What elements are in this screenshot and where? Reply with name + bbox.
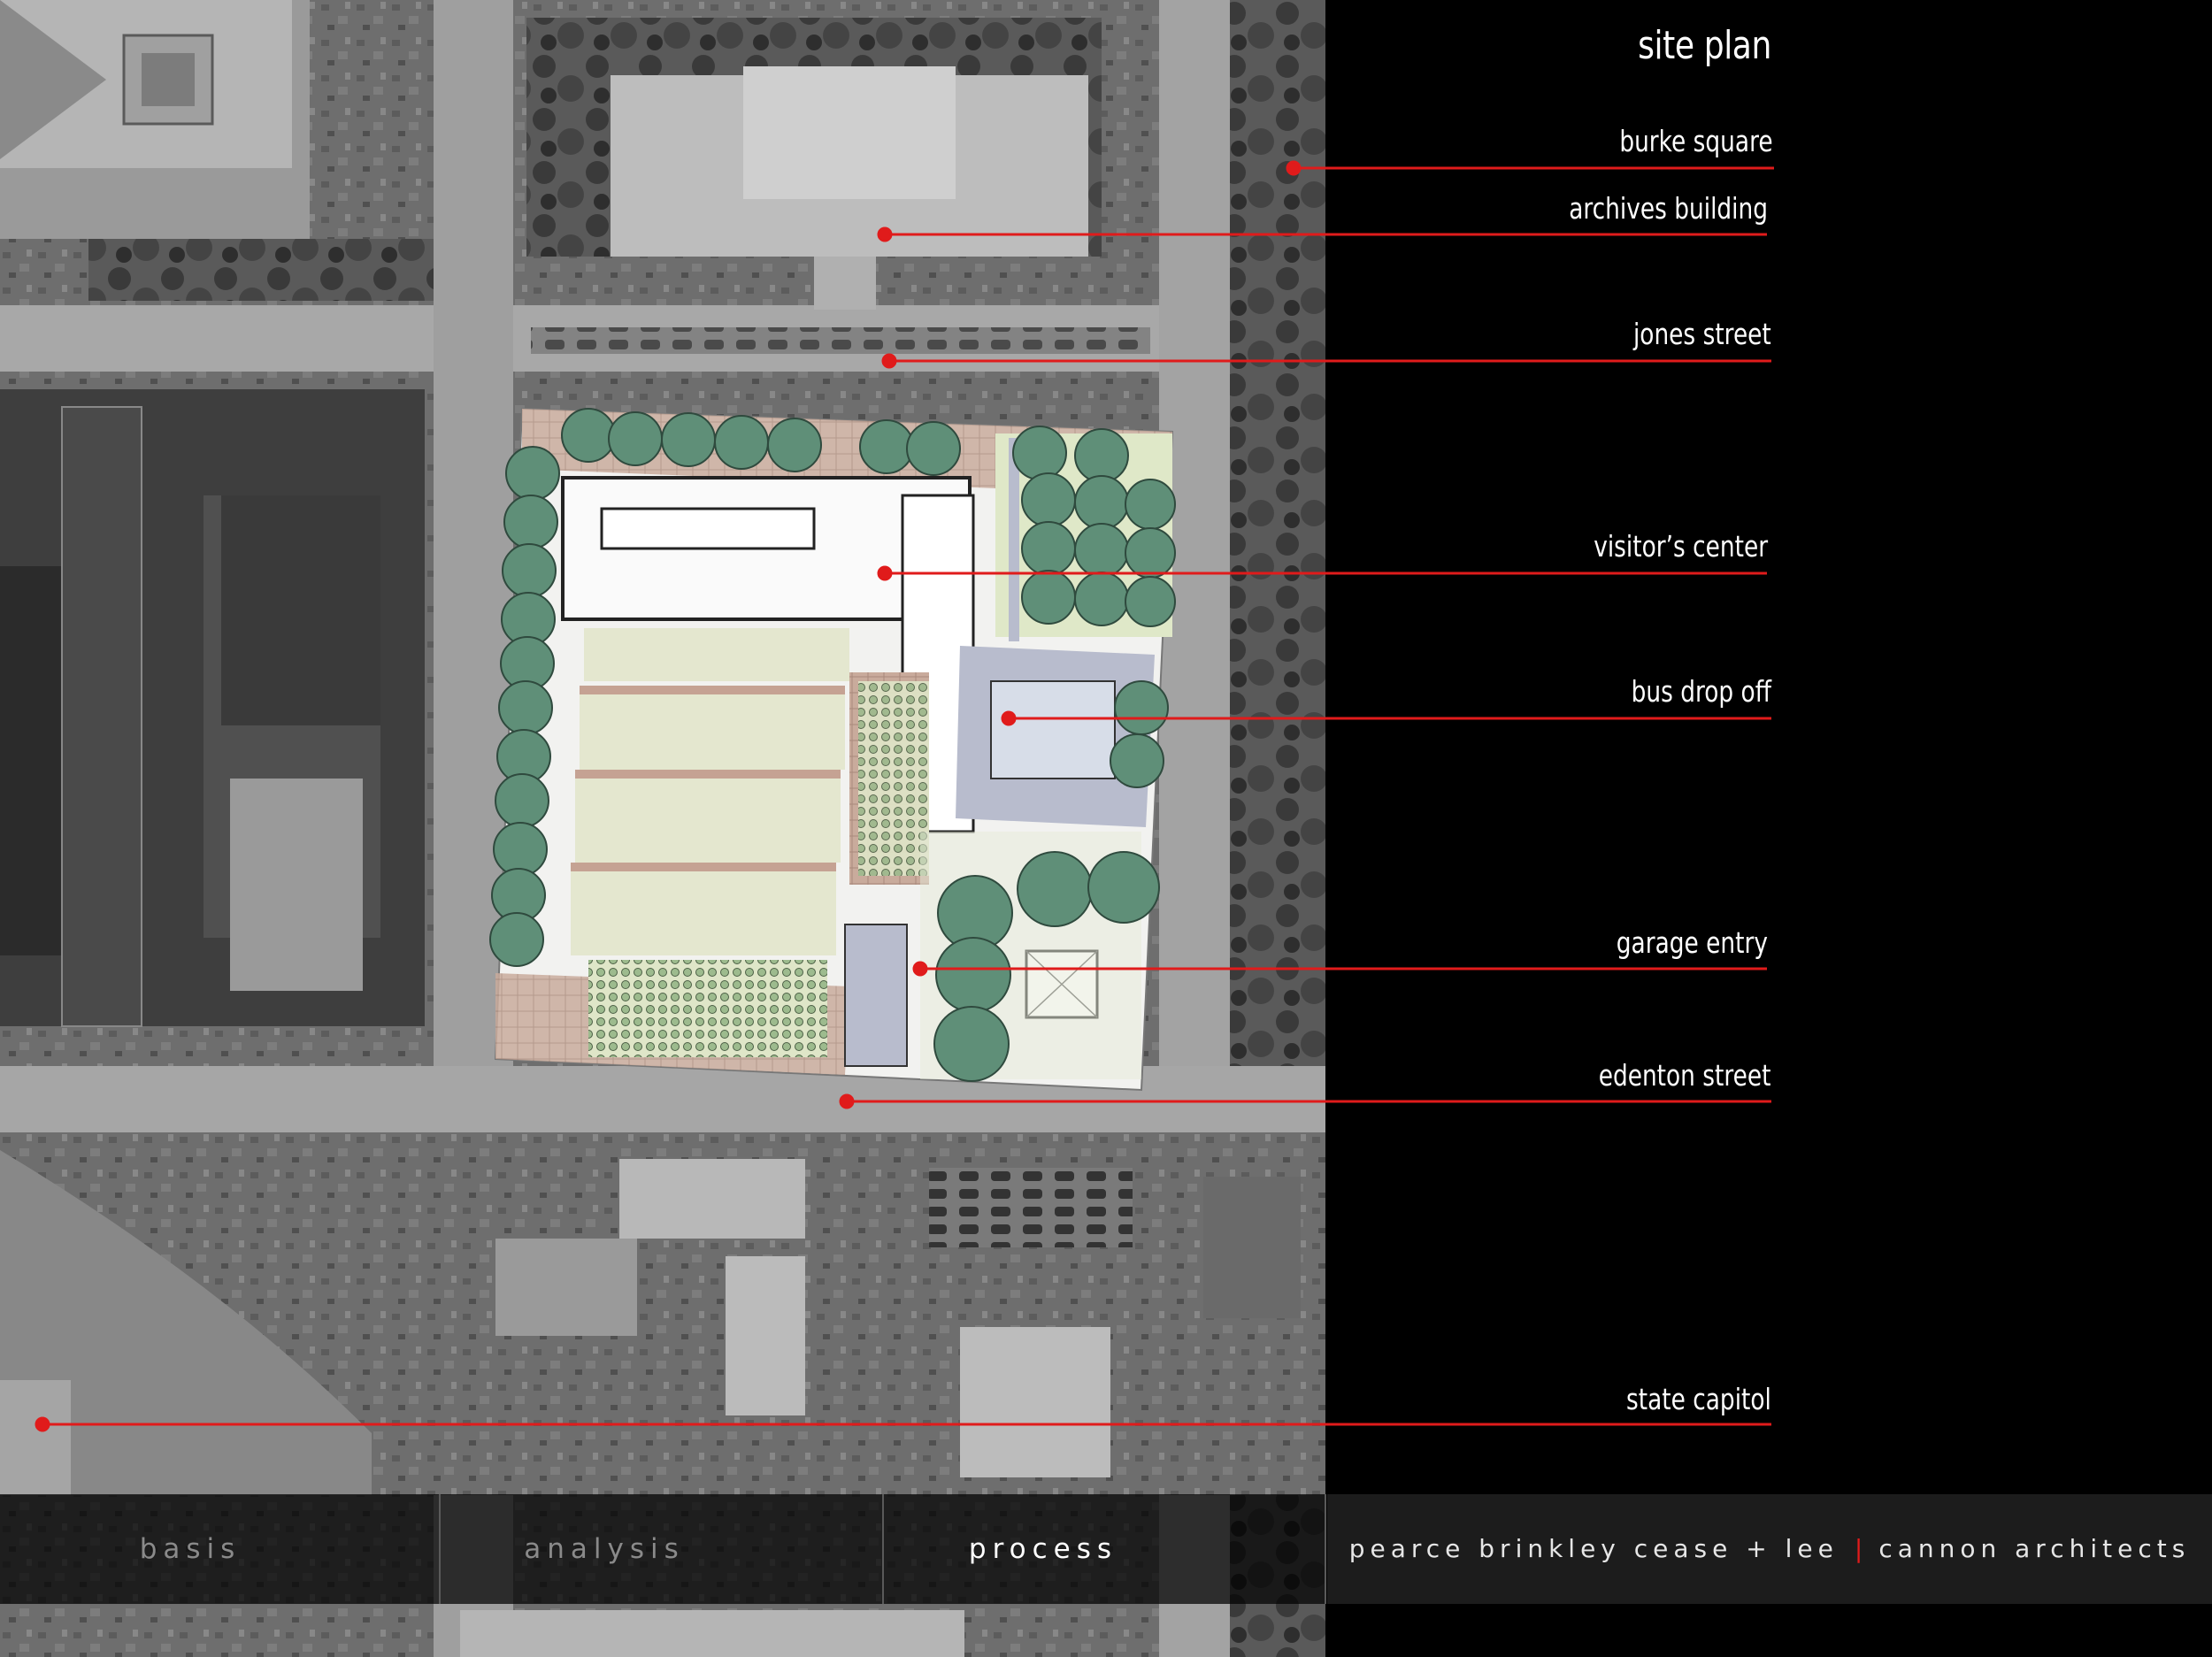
credit-separator: | (1854, 1534, 1863, 1563)
site-plan-slide: site plan burke square archives building… (0, 0, 2212, 1657)
label-visitors-center: visitor’s center (1594, 529, 1768, 564)
label-garage-entry: garage entry (1616, 925, 1768, 960)
firm-credits: pearce brinkley cease + lee | cannon archi… (1327, 1494, 2212, 1604)
label-edenton-street: edenton street (1599, 1058, 1771, 1093)
label-state-capitol: state capitol (1626, 1382, 1771, 1416)
nav-analysis[interactable]: analysis (441, 1494, 768, 1604)
label-jones-street: jones street (1633, 317, 1771, 351)
nav-process[interactable]: process (884, 1494, 1202, 1604)
credit-firm-2: cannon architects (1878, 1534, 2191, 1563)
credit-firm-1: pearce brinkley cease + lee (1348, 1534, 1839, 1563)
nav-basis[interactable]: basis (0, 1494, 380, 1604)
aerial-site-plan-image (0, 0, 1325, 1657)
nav-divider (1325, 1494, 1326, 1604)
label-burke-square: burke square (1619, 124, 1773, 158)
page-title: site plan (1638, 23, 1771, 68)
label-bus-drop-off: bus drop off (1631, 674, 1771, 709)
site-plan-drawing (489, 407, 1176, 1092)
label-archives-building: archives building (1569, 191, 1768, 226)
